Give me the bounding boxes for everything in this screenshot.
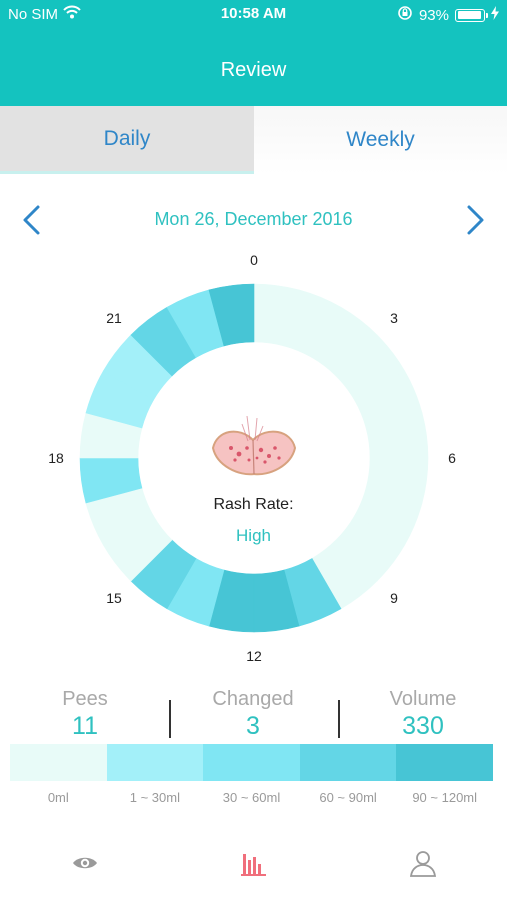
status-right: 93% xyxy=(397,5,499,25)
stat-changed-value: 3 xyxy=(246,712,260,740)
hour-tick-label: 3 xyxy=(390,310,398,326)
stat-pees-label: Pees xyxy=(62,688,108,710)
tab-daily[interactable]: Daily xyxy=(0,106,254,174)
page-title: Review xyxy=(220,59,287,81)
stat-pees: Pees 11 xyxy=(0,688,170,741)
legend-label: 0ml xyxy=(47,790,69,805)
hour-tick-label: 9 xyxy=(390,590,398,606)
rash-rate-label: Rash Rate: xyxy=(213,496,294,513)
legend-swatch-90-120ml xyxy=(396,744,493,781)
chevron-right-icon[interactable] xyxy=(459,204,489,236)
hour-tick-label: 15 xyxy=(106,590,122,606)
summary-stats: Pees 11 Changed 3 Volume 330 xyxy=(0,688,507,744)
date-navigation: Mon 26, December 2016 xyxy=(0,200,507,240)
stat-volume-value: 330 xyxy=(402,712,444,740)
status-bar: No SIM 10:58 AM 93% xyxy=(0,0,507,28)
tab-weekly[interactable]: Weekly xyxy=(254,106,507,174)
volume-legend-labels: 0ml 1 ~ 30ml 30 ~ 60ml 60 ~ 90ml 90 ~ 12… xyxy=(10,790,493,805)
legend-label: 60 ~ 90ml xyxy=(319,790,377,805)
stat-volume: Volume 330 xyxy=(338,688,507,741)
legend-swatch-1-30ml xyxy=(106,744,204,781)
hourly-ring-chart: 0 3 6 9 12 15 18 21 Rash Rate: High xyxy=(0,240,507,690)
battery-icon xyxy=(455,8,488,22)
hour-tick-label: 0 xyxy=(250,252,258,268)
hour-tick-label: 21 xyxy=(106,310,122,326)
legend-swatch-30-60ml xyxy=(203,744,300,781)
orientation-lock-icon xyxy=(397,5,413,25)
battery-percent: 93% xyxy=(418,6,449,24)
hour-tick-label: 18 xyxy=(48,450,64,466)
charging-bolt-icon xyxy=(491,6,499,24)
rash-rate-value: High xyxy=(236,526,271,545)
volume-legend xyxy=(10,744,493,781)
stat-changed: Changed 3 xyxy=(168,688,338,741)
eye-icon[interactable] xyxy=(70,848,100,878)
profile-icon[interactable] xyxy=(408,848,438,878)
stat-volume-label: Volume xyxy=(389,688,457,710)
legend-swatch-60-90ml xyxy=(299,744,397,781)
legend-label: 1 ~ 30ml xyxy=(129,790,180,805)
current-date: Mon 26, December 2016 xyxy=(154,209,353,229)
hour-tick-label: 6 xyxy=(448,450,456,466)
stat-changed-label: Changed xyxy=(212,688,294,710)
bar-chart-icon[interactable] xyxy=(239,848,269,878)
hour-tick-label: 12 xyxy=(246,648,262,664)
rash-icon xyxy=(209,410,299,480)
legend-label: 90 ~ 120ml xyxy=(412,790,478,805)
segment-tabs: Daily Weekly xyxy=(0,106,507,174)
legend-swatch-0ml xyxy=(10,744,107,781)
app-header: No SIM 10:58 AM 93% Review xyxy=(0,0,507,106)
bottom-tab-bar xyxy=(0,830,507,900)
stat-pees-value: 11 xyxy=(72,712,98,740)
legend-label: 30 ~ 60ml xyxy=(222,790,281,805)
